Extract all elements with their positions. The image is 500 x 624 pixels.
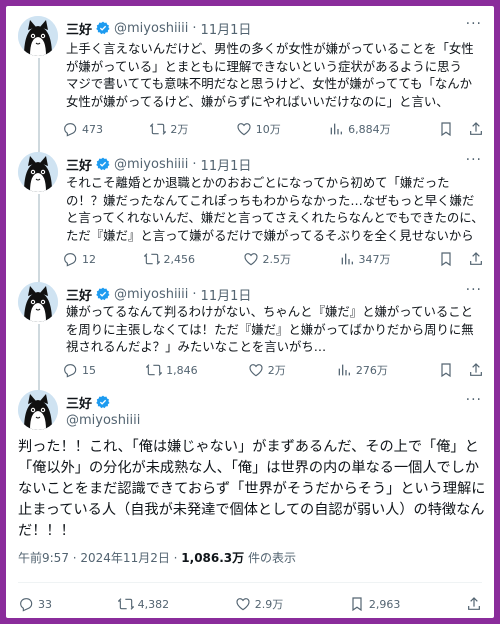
like-icon: [236, 598, 250, 611]
author-name[interactable]: 三好: [66, 393, 92, 412]
verified-icon: [96, 157, 110, 171]
tweet-actions: 15 1,846 2万 276万: [62, 360, 484, 380]
bookmark-icon: [352, 597, 362, 612]
tweet-date[interactable]: 11月1日: [201, 285, 252, 304]
verified-icon: [96, 395, 110, 409]
more-icon[interactable]: ···: [466, 152, 482, 168]
views-icon: [341, 253, 353, 265]
reply-count: 473: [82, 122, 103, 136]
avatar[interactable]: [18, 282, 58, 322]
retweet-count: 2万: [170, 123, 189, 136]
retweet-count: 4,382: [137, 597, 170, 611]
reply-icon: [64, 253, 77, 267]
author-handle[interactable]: @miyoshiiii: [114, 287, 188, 302]
views-count: 276万: [355, 364, 388, 377]
views-count: 347万: [358, 253, 391, 266]
share-icon[interactable]: [468, 362, 484, 378]
reply-icon: [64, 364, 77, 378]
avatar[interactable]: [18, 390, 58, 430]
tweet-date[interactable]: 11月1日: [201, 155, 252, 174]
retweet-icon: [146, 364, 163, 376]
reply-count: 15: [82, 363, 96, 377]
retweet-button[interactable]: 2万: [150, 121, 188, 137]
separator: ·: [192, 156, 197, 172]
avatar[interactable]: [18, 16, 58, 56]
more-icon[interactable]: ···: [466, 392, 482, 408]
divider: [18, 582, 482, 583]
views-icon: [338, 364, 350, 376]
retweet-icon: [117, 598, 134, 610]
views-label: 件の表示: [244, 551, 296, 565]
tweet-text: 上手く言えないんだけど、男性の多くが女性が嫌がっていることを「女性が嫌がっている…: [66, 41, 475, 109]
bookmark-icon[interactable]: [438, 121, 454, 137]
views-total: 1,086.3万: [181, 551, 245, 565]
share-button[interactable]: [466, 596, 482, 612]
retweet-icon: [150, 123, 167, 135]
like-count: 2万: [267, 364, 286, 377]
like-icon: [243, 253, 258, 266]
separator: ·: [192, 286, 197, 302]
tweet-text: それこそ離婚とか退職とかのおおごとになってから初めて「嫌だったの！？嫌だったなん…: [66, 175, 484, 243]
main-tweet-text: 判った！！これ、「俺は嫌じゃない」がまずあるんだ、その上で「俺」と「俺以外」の分…: [18, 439, 486, 539]
author-name[interactable]: 三好: [66, 285, 92, 304]
reply-tweet[interactable]: 三好 @miyoshiiii · 11月1日 ··· 上手く言えないんだけど、男…: [6, 16, 494, 146]
tweet-meta: 午前9:57 · 2024年11月2日 · 1,086.3万 件の表示: [18, 549, 296, 566]
like-count: 10万: [255, 123, 281, 136]
retweet-button[interactable]: 2,456: [143, 251, 196, 267]
main-tweet-actions: 33 4,382 2.9万 2,963: [18, 594, 482, 614]
separator: ·: [192, 20, 197, 36]
reply-icon: [20, 598, 33, 612]
retweet-count: 2,456: [163, 252, 196, 266]
author-handle[interactable]: @miyoshiiii: [114, 21, 188, 36]
reply-tweet[interactable]: 三好 @miyoshiiii · 11月1日 ··· 嫌がってるなんて判るわけが…: [6, 282, 494, 386]
share-icon[interactable]: [468, 251, 484, 267]
views-button[interactable]: 347万: [339, 251, 391, 267]
tweet-actions: 12 2,456 2.5万 347万: [62, 249, 484, 269]
like-button[interactable]: 2万: [248, 362, 286, 378]
like-button[interactable]: 2.9万: [235, 596, 284, 612]
bookmark-icon[interactable]: [438, 251, 454, 267]
tweet-date[interactable]: 11月1日: [201, 19, 252, 38]
share-icon[interactable]: [468, 121, 484, 137]
like-button[interactable]: 10万: [236, 121, 281, 137]
tweet-actions: 473 2万 10万 6,884万: [62, 119, 484, 139]
more-icon[interactable]: ···: [466, 282, 482, 298]
author-handle[interactable]: @miyoshiiii: [66, 413, 140, 428]
reply-button[interactable]: 33: [18, 596, 52, 612]
more-icon[interactable]: ···: [466, 16, 482, 32]
share-icon: [468, 597, 480, 610]
like-count: 2.9万: [254, 598, 284, 611]
views-icon: [330, 123, 343, 135]
avatar[interactable]: [18, 152, 58, 192]
tweet-timestamp[interactable]: 午前9:57 · 2024年11月2日 ·: [18, 551, 181, 565]
like-icon: [249, 364, 263, 377]
views-count: 6,884万: [348, 123, 391, 136]
reply-button[interactable]: 12: [62, 251, 96, 267]
like-icon: [237, 123, 251, 136]
reply-button[interactable]: 15: [62, 362, 96, 378]
retweet-button[interactable]: 1,846: [146, 362, 198, 378]
reply-icon: [64, 123, 77, 137]
author-name[interactable]: 三好: [66, 155, 92, 174]
like-count: 2.5万: [262, 253, 292, 266]
author-handle[interactable]: @miyoshiiii: [114, 157, 188, 172]
retweet-button[interactable]: 4,382: [117, 596, 170, 612]
bookmark-icon[interactable]: [438, 362, 454, 378]
views-button[interactable]: 6,884万: [328, 121, 391, 137]
like-button[interactable]: 2.5万: [243, 251, 292, 267]
reply-count: 33: [38, 597, 52, 611]
retweet-count: 1,846: [166, 363, 198, 377]
verified-icon: [96, 287, 110, 301]
reply-tweet[interactable]: 三好 @miyoshiiii · 11月1日 ··· それこそ離婚とか退職とかの…: [6, 152, 494, 276]
tweet-thread: 三好 @miyoshiiii · 11月1日 ··· 上手く言えないんだけど、男…: [6, 6, 494, 618]
bookmark-count: 2,963: [368, 597, 401, 611]
views-button[interactable]: 276万: [336, 362, 388, 378]
reply-button[interactable]: 473: [62, 121, 103, 137]
verified-icon: [96, 21, 110, 35]
bookmark-button[interactable]: 2,963: [349, 596, 401, 612]
reply-count: 12: [82, 252, 96, 266]
author-name[interactable]: 三好: [66, 19, 92, 38]
tweet-text: 嫌がってるなんて判るわけがない、ちゃんと『嫌だ』と嫌がっていることを周りに主張し…: [66, 304, 474, 354]
retweet-icon: [143, 253, 160, 265]
